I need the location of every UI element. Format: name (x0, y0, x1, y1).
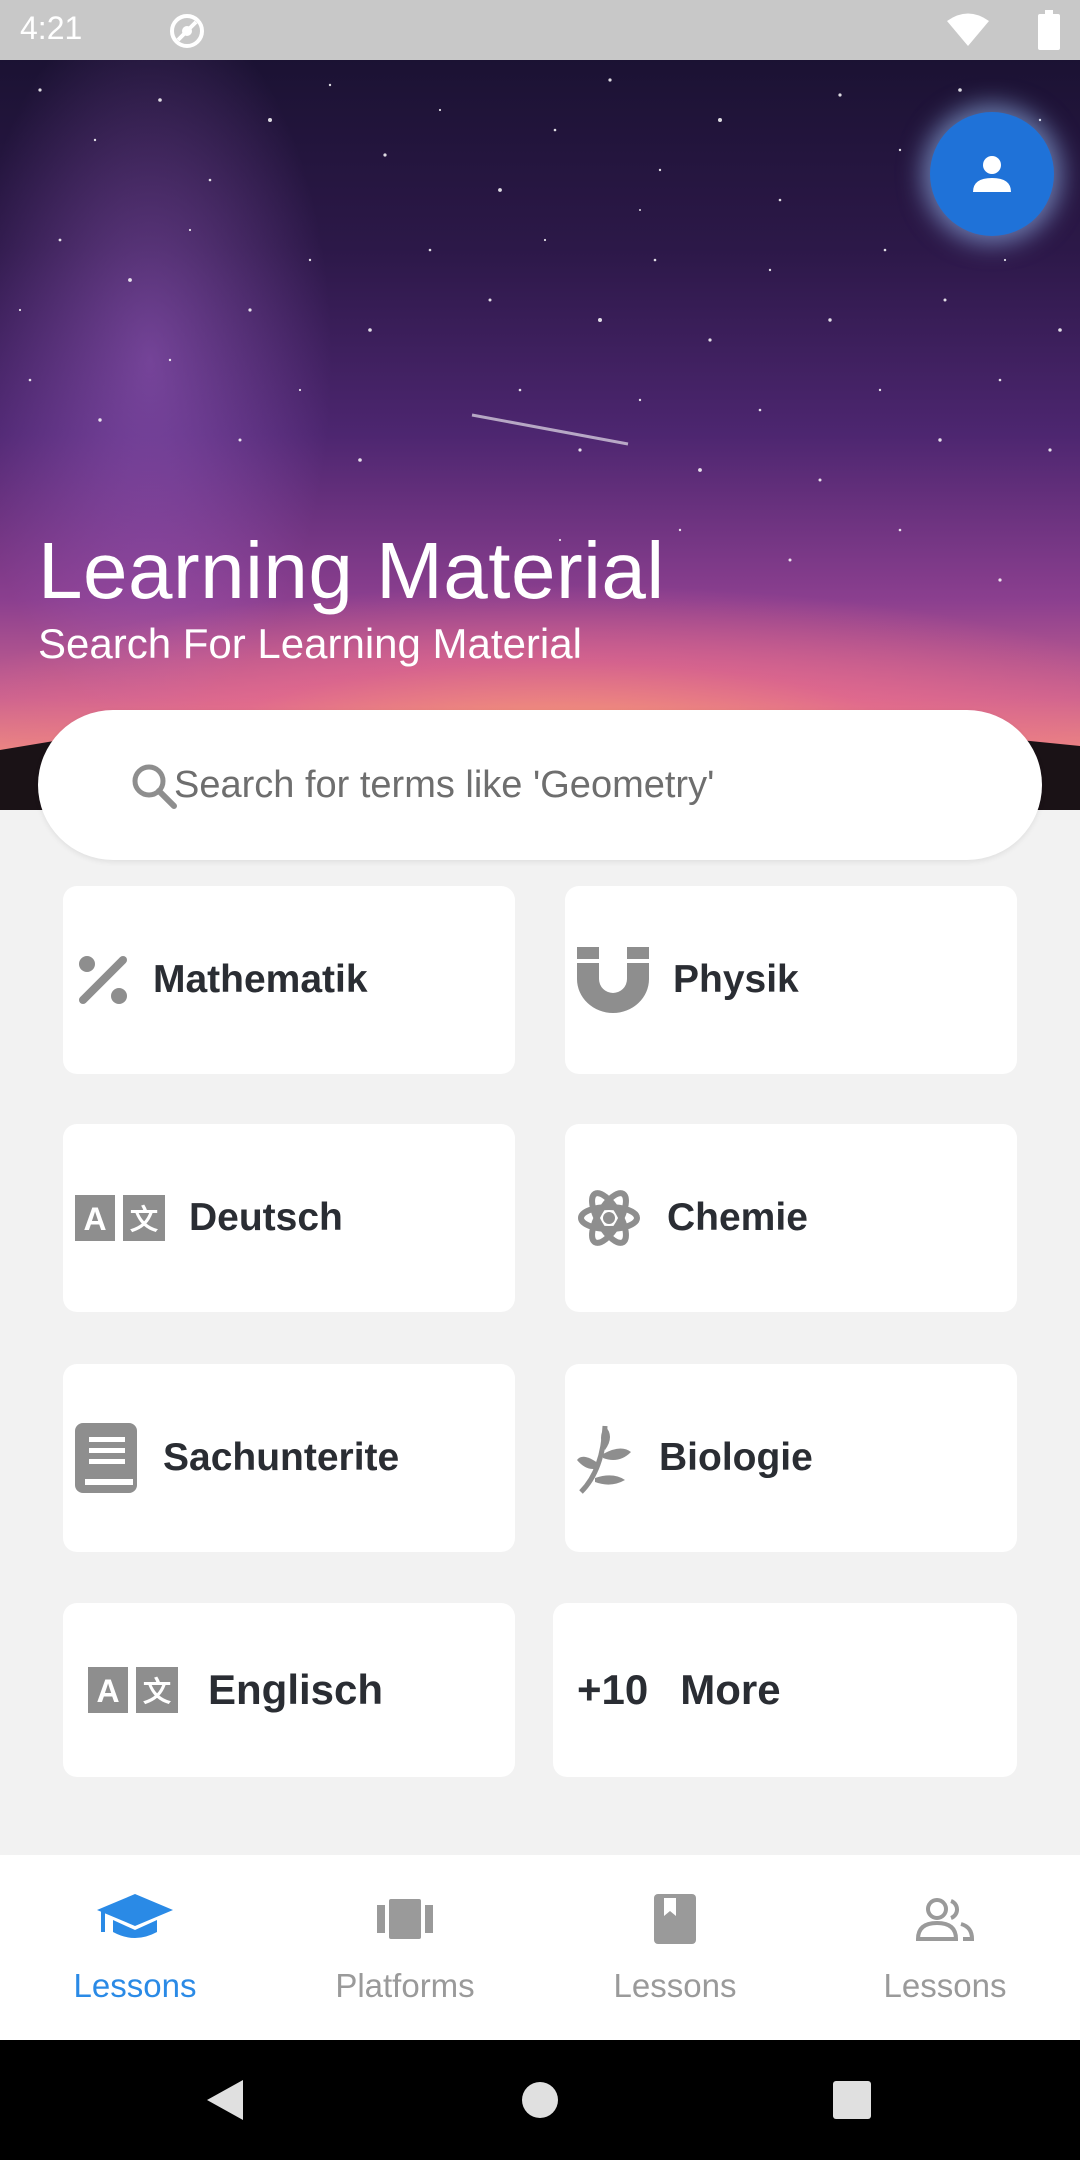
nav-item-lessons-book[interactable]: Lessons (540, 1855, 810, 2040)
subject-card-physik[interactable]: Physik (565, 886, 1017, 1074)
magnet-icon (577, 947, 649, 1013)
book-icon (75, 1423, 137, 1493)
nav-label: Lessons (613, 1967, 737, 2004)
graduation-cap-icon (97, 1894, 173, 1938)
subject-card-englisch[interactable]: A 文 Englisch (63, 1603, 515, 1777)
nav-label: Lessons (883, 1967, 1007, 2004)
more-label: More (680, 1666, 781, 1713)
bookmark-book-icon (654, 1894, 696, 1944)
plant-icon (577, 1425, 631, 1494)
nav-item-lessons[interactable]: Lessons (0, 1855, 270, 2040)
search-input[interactable] (174, 750, 974, 820)
svg-text:文: 文 (143, 1675, 171, 1708)
subject-label: Deutsch (189, 1196, 343, 1239)
subject-label: Chemie (667, 1196, 808, 1239)
translate-icon: A 文 (88, 1667, 178, 1713)
people-icon (915, 1898, 975, 1941)
profile-button[interactable] (930, 112, 1054, 236)
subject-card-chemie[interactable]: Chemie (565, 1124, 1017, 1312)
svg-text:A: A (96, 1673, 119, 1709)
subject-label: Englisch (208, 1666, 384, 1713)
nav-label: Lessons (73, 1967, 197, 2004)
subject-card-mathematik[interactable]: Mathematik (63, 886, 515, 1074)
status-time: 4:21 (20, 10, 83, 46)
more-count: +10 (577, 1666, 649, 1713)
atom-icon (578, 1190, 640, 1246)
svg-text:A: A (83, 1201, 106, 1237)
status-bar: 4:21 (0, 0, 1080, 60)
page-title: Learning Material (38, 526, 665, 615)
subject-label: Biologie (659, 1436, 813, 1479)
wifi-icon (947, 13, 989, 46)
subject-card-deutsch[interactable]: A 文 Deutsch (63, 1124, 515, 1312)
nav-label: Platforms (335, 1967, 475, 2004)
search-bar[interactable] (38, 710, 1042, 860)
screen: 4:21 Learning Material Search For Learni… (0, 0, 1080, 2160)
more-subjects-card[interactable]: +10 More (553, 1603, 1017, 1777)
battery-icon (1038, 10, 1060, 50)
page-subtitle: Search For Learning Material (38, 620, 582, 667)
person-icon (973, 156, 1011, 192)
svg-text:文: 文 (130, 1203, 158, 1236)
sync-icon (170, 14, 204, 48)
nav-item-platforms[interactable]: Platforms (270, 1855, 540, 2040)
recents-icon[interactable] (833, 2081, 871, 2119)
subject-card-sachunterite[interactable]: Sachunterite (63, 1364, 515, 1552)
subject-label: Sachunterite (163, 1436, 400, 1479)
nav-item-lessons-people[interactable]: Lessons (810, 1855, 1080, 2040)
subject-label: Mathematik (153, 958, 368, 1001)
subject-label: Physik (673, 958, 799, 1001)
percent-icon (79, 956, 127, 1004)
bottom-navigation: Lessons Platforms Lessons Lessons (0, 1855, 1080, 2040)
subject-card-biologie[interactable]: Biologie (565, 1364, 1017, 1552)
back-icon[interactable] (205, 2078, 245, 2122)
system-navigation-bar (0, 2040, 1080, 2160)
translate-icon: A 文 (75, 1195, 165, 1241)
header-banner: Learning Material Search For Learning Ma… (0, 60, 1080, 810)
home-icon[interactable] (520, 2080, 560, 2120)
search-icon (132, 764, 177, 809)
carousel-icon (377, 1899, 433, 1939)
